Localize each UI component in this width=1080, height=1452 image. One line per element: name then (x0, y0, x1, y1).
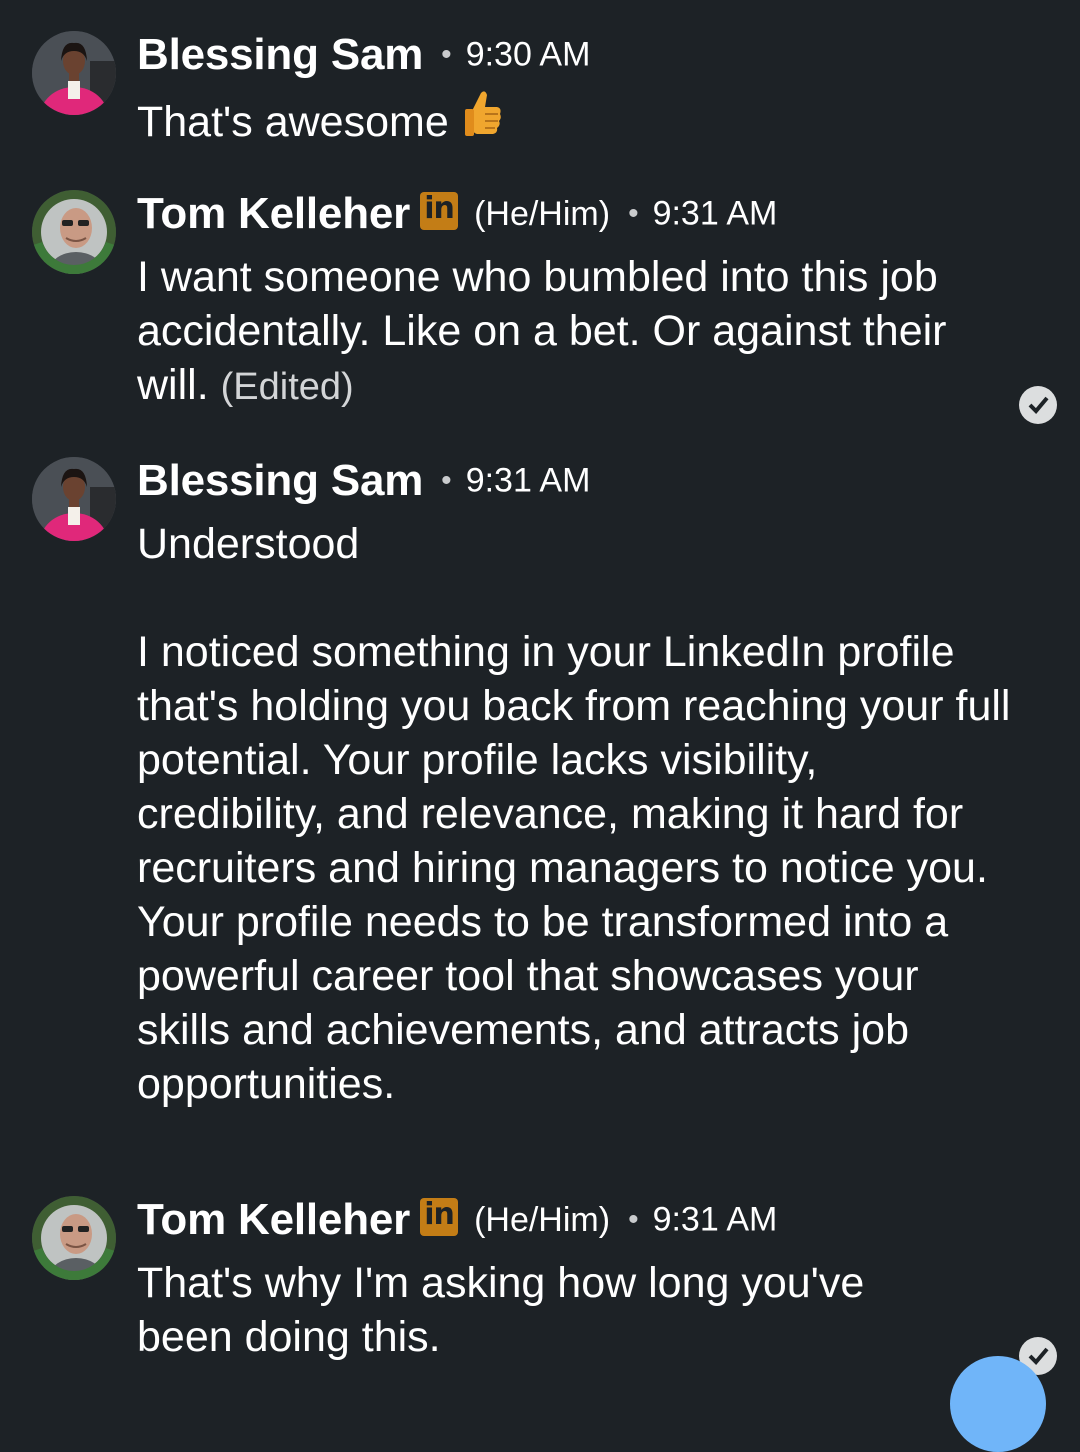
message-body: That's awesome (137, 91, 1017, 158)
avatar-tom-kelleher[interactable] (32, 190, 116, 274)
message-body: Understood I noticed something in your L… (137, 517, 1017, 1111)
message-time: 9:30 AM (465, 35, 591, 74)
separator-dot: • (441, 464, 452, 497)
read-receipt-icon (1019, 386, 1057, 424)
pronouns: (He/Him) (474, 194, 611, 233)
edited-label: (Edited) (220, 366, 354, 408)
linkedin-badge-icon: in (420, 1197, 459, 1236)
separator-dot: • (628, 197, 639, 230)
message-body: That's why I'm asking how long you've be… (137, 1256, 937, 1364)
thumbs-up-icon (463, 87, 503, 154)
linkedin-badge-icon: in (420, 191, 459, 230)
message-text: That's why I'm asking how long you've be… (137, 1259, 865, 1361)
separator-dot: • (628, 1203, 639, 1236)
message-paragraph: I noticed something in your LinkedIn pro… (137, 628, 1011, 1108)
sender-name[interactable]: Tom Kelleher (137, 1195, 410, 1244)
message-time: 9:31 AM (652, 1200, 778, 1239)
message-body: I want someone who bumbled into this job… (137, 250, 1007, 414)
avatar-blessing-sam[interactable] (32, 457, 116, 541)
sender-name[interactable]: Blessing Sam (137, 456, 423, 505)
avatar-tom-kelleher[interactable] (32, 1196, 116, 1280)
sender-name[interactable]: Blessing Sam (137, 30, 423, 79)
separator-dot: • (441, 38, 452, 71)
compose-button[interactable] (950, 1356, 1046, 1452)
pronouns: (He/Him) (474, 1200, 611, 1239)
message-time: 9:31 AM (465, 461, 591, 500)
sender-name[interactable]: Tom Kelleher (137, 189, 410, 238)
message-time: 9:31 AM (652, 194, 778, 233)
message-text: Understood (137, 520, 360, 568)
message-text: That's awesome (137, 97, 449, 146)
avatar-blessing-sam[interactable] (32, 31, 116, 115)
